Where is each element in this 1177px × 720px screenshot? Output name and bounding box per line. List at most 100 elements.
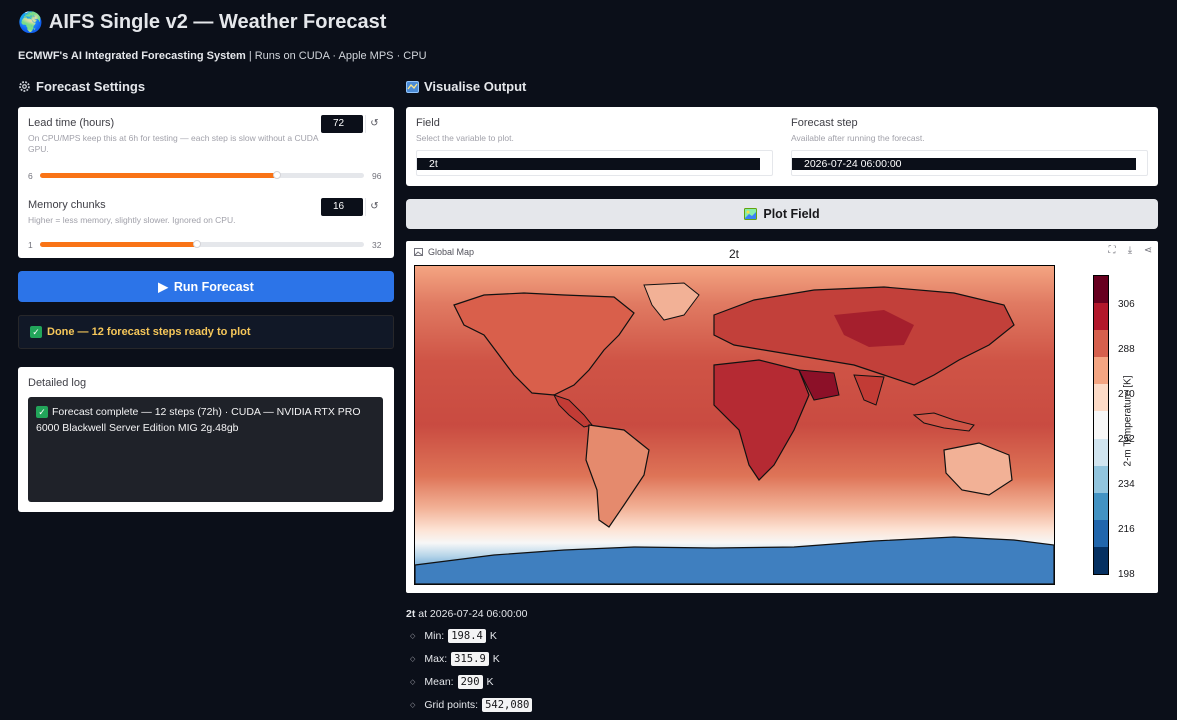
memory-chunks-slider[interactable] [40, 242, 364, 247]
colorbar-tick-label: 288 [1118, 344, 1135, 355]
download-icon[interactable]: ⤓ [1124, 245, 1136, 257]
log-text: Forecast complete — 12 steps (72h) · CUD… [36, 406, 361, 434]
run-forecast-label: Run Forecast [173, 279, 254, 294]
visualise-output-title-text: Visualise Output [424, 79, 527, 94]
stat-mean-value: 290 [457, 675, 483, 689]
stat-min-label: Min: [424, 630, 445, 642]
run-forecast-button[interactable]: ▶ Run Forecast [18, 271, 394, 302]
log-check-icon: ✓ [36, 406, 48, 418]
memory-chunks-hint: Higher = less memory, slightly slower. I… [28, 215, 236, 225]
stat-min-value: 198.4 [448, 629, 486, 643]
app-title: 🌍 AIFS Single v2 — Weather Forecast [18, 10, 386, 35]
stat-grid-label: Grid points: [424, 699, 479, 711]
field-select[interactable]: 2t [416, 150, 773, 176]
stat-mean-label: Mean: [424, 676, 454, 688]
forecast-step-label: Forecast step [791, 117, 858, 129]
visualise-settings-card: Field Select the variable to plot. 2t Fo… [406, 107, 1158, 186]
forecast-step-hint: Available after running the forecast. [791, 133, 925, 143]
memory-chunks-max: 32 [372, 240, 382, 250]
colorbar-segment [1094, 384, 1108, 412]
gear-icon [19, 81, 30, 92]
lead-time-hint: On CPU/MPS keep this at 6h for testing —… [28, 133, 319, 154]
forecast-settings-title: Forecast Settings [18, 79, 145, 94]
stat-grid-value: 542,080 [482, 698, 533, 712]
map-toolbar: ⛶ ⤓ ⋖ [1106, 245, 1154, 257]
colorbar-segment [1094, 330, 1108, 358]
stat-max-value: 315.9 [451, 652, 489, 666]
log-card: Detailed log ✓ Forecast complete — 12 ste… [18, 367, 394, 512]
stat-mean-row: ◇ Mean: 290 K [410, 675, 494, 689]
colorbar-segment [1094, 357, 1108, 385]
stats-at-text: at 2026-07-24 06:00:00 [415, 608, 528, 620]
lead-time-min: 6 [28, 171, 33, 181]
bullet-icon: ◇ [410, 633, 416, 640]
map-plot-title: 2t [728, 247, 739, 261]
visualise-output-title: Visualise Output [406, 79, 526, 94]
check-icon: ✓ [30, 326, 42, 338]
app-subtitle: ECMWF's AI Integrated Forecasting System… [18, 50, 427, 62]
map-panel: Global Map ⛶ ⤓ ⋖ 2t 306 288 270 252 234 … [406, 241, 1158, 593]
app-title-text: AIFS Single v2 — Weather Forecast [48, 11, 387, 33]
stat-min-unit: K [489, 630, 497, 642]
colorbar-segment [1094, 546, 1108, 575]
subtitle-rest: | Runs on CUDA · Apple MPS · CPU [245, 50, 427, 62]
colorbar-tick-label: 198 [1118, 569, 1135, 580]
share-icon[interactable]: ⋖ [1142, 245, 1154, 257]
stat-grid-row: ◇ Grid points: 542,080 [410, 698, 533, 712]
memory-chunks-slider-thumb[interactable] [192, 240, 201, 248]
globe-icon: 🌍 [18, 12, 43, 34]
field-hint: Select the variable to plot. [416, 133, 514, 143]
colorbar-tick-label: 216 [1118, 524, 1135, 535]
colorbar-segment [1094, 465, 1108, 493]
stat-min-row: ◇ Min: 198.4 K [410, 629, 497, 643]
stats-heading: 2t at 2026-07-24 06:00:00 [406, 608, 527, 620]
lead-time-input[interactable]: 72 [321, 115, 363, 133]
colorbar-segment [1094, 492, 1108, 520]
settings-card: Lead time (hours) On CPU/MPS keep this a… [18, 107, 394, 258]
plot-field-label: Plot Field [763, 207, 820, 221]
lead-time-slider[interactable] [40, 173, 364, 178]
stat-max-row: ◇ Max: 315.9 K [410, 652, 500, 666]
bullet-icon: ◇ [410, 656, 416, 663]
fullscreen-icon[interactable]: ⛶ [1106, 245, 1118, 257]
memory-chunks-label: Memory chunks [28, 199, 106, 211]
lead-time-label: Lead time (hours) [28, 117, 115, 129]
colorbar-segment [1094, 303, 1108, 331]
stats-field: 2t [406, 608, 416, 620]
colorbar-segment [1094, 519, 1108, 547]
field-select-value: 2t [417, 158, 760, 170]
log-content: ✓ Forecast complete — 12 steps (72h) · CU… [28, 397, 383, 502]
memory-chunks-reset-button[interactable]: ↺ [365, 198, 383, 216]
memory-chunks-min: 1 [28, 240, 33, 250]
lead-time-slider-fill [40, 173, 278, 178]
subtitle-bold: ECMWF's AI Integrated Forecasting System [18, 50, 246, 62]
plot-field-button[interactable]: Plot Field [406, 199, 1158, 229]
stat-mean-unit: K [486, 676, 494, 688]
global-temperature-map [414, 265, 1055, 585]
status-box: ✓ Done — 12 forecast steps ready to plot [18, 315, 394, 349]
forecast-step-select-value: 2026-07-24 06:00:00 [792, 158, 1136, 170]
field-label: Field [416, 117, 440, 129]
status-text: Done — 12 forecast steps ready to plot [47, 326, 251, 338]
lead-time-max: 96 [372, 171, 382, 181]
colorbar-label: 2-m Temperature [K] [1122, 375, 1134, 467]
colorbar-segment [1094, 411, 1108, 439]
play-icon: ▶ [158, 280, 168, 294]
memory-chunks-slider-fill [40, 242, 197, 247]
memory-chunks-input[interactable]: 16 [321, 198, 363, 216]
forecast-step-select[interactable]: 2026-07-24 06:00:00 [791, 150, 1148, 176]
stat-max-label: Max: [424, 653, 448, 665]
bullet-icon: ◇ [410, 679, 416, 686]
colorbar-segment [1094, 276, 1108, 304]
colorbar [1093, 275, 1109, 575]
colorbar-segment [1094, 438, 1108, 466]
colorbar-tick-label: 234 [1118, 479, 1135, 490]
log-label: Detailed log [28, 377, 87, 389]
map-icon [406, 80, 419, 93]
picture-icon [744, 208, 758, 220]
lead-time-reset-button[interactable]: ↺ [365, 115, 383, 133]
stat-max-unit: K [492, 653, 500, 665]
bullet-icon: ◇ [410, 702, 416, 709]
colorbar-tick-label: 306 [1118, 299, 1135, 310]
forecast-settings-title-text: Forecast Settings [36, 79, 146, 94]
